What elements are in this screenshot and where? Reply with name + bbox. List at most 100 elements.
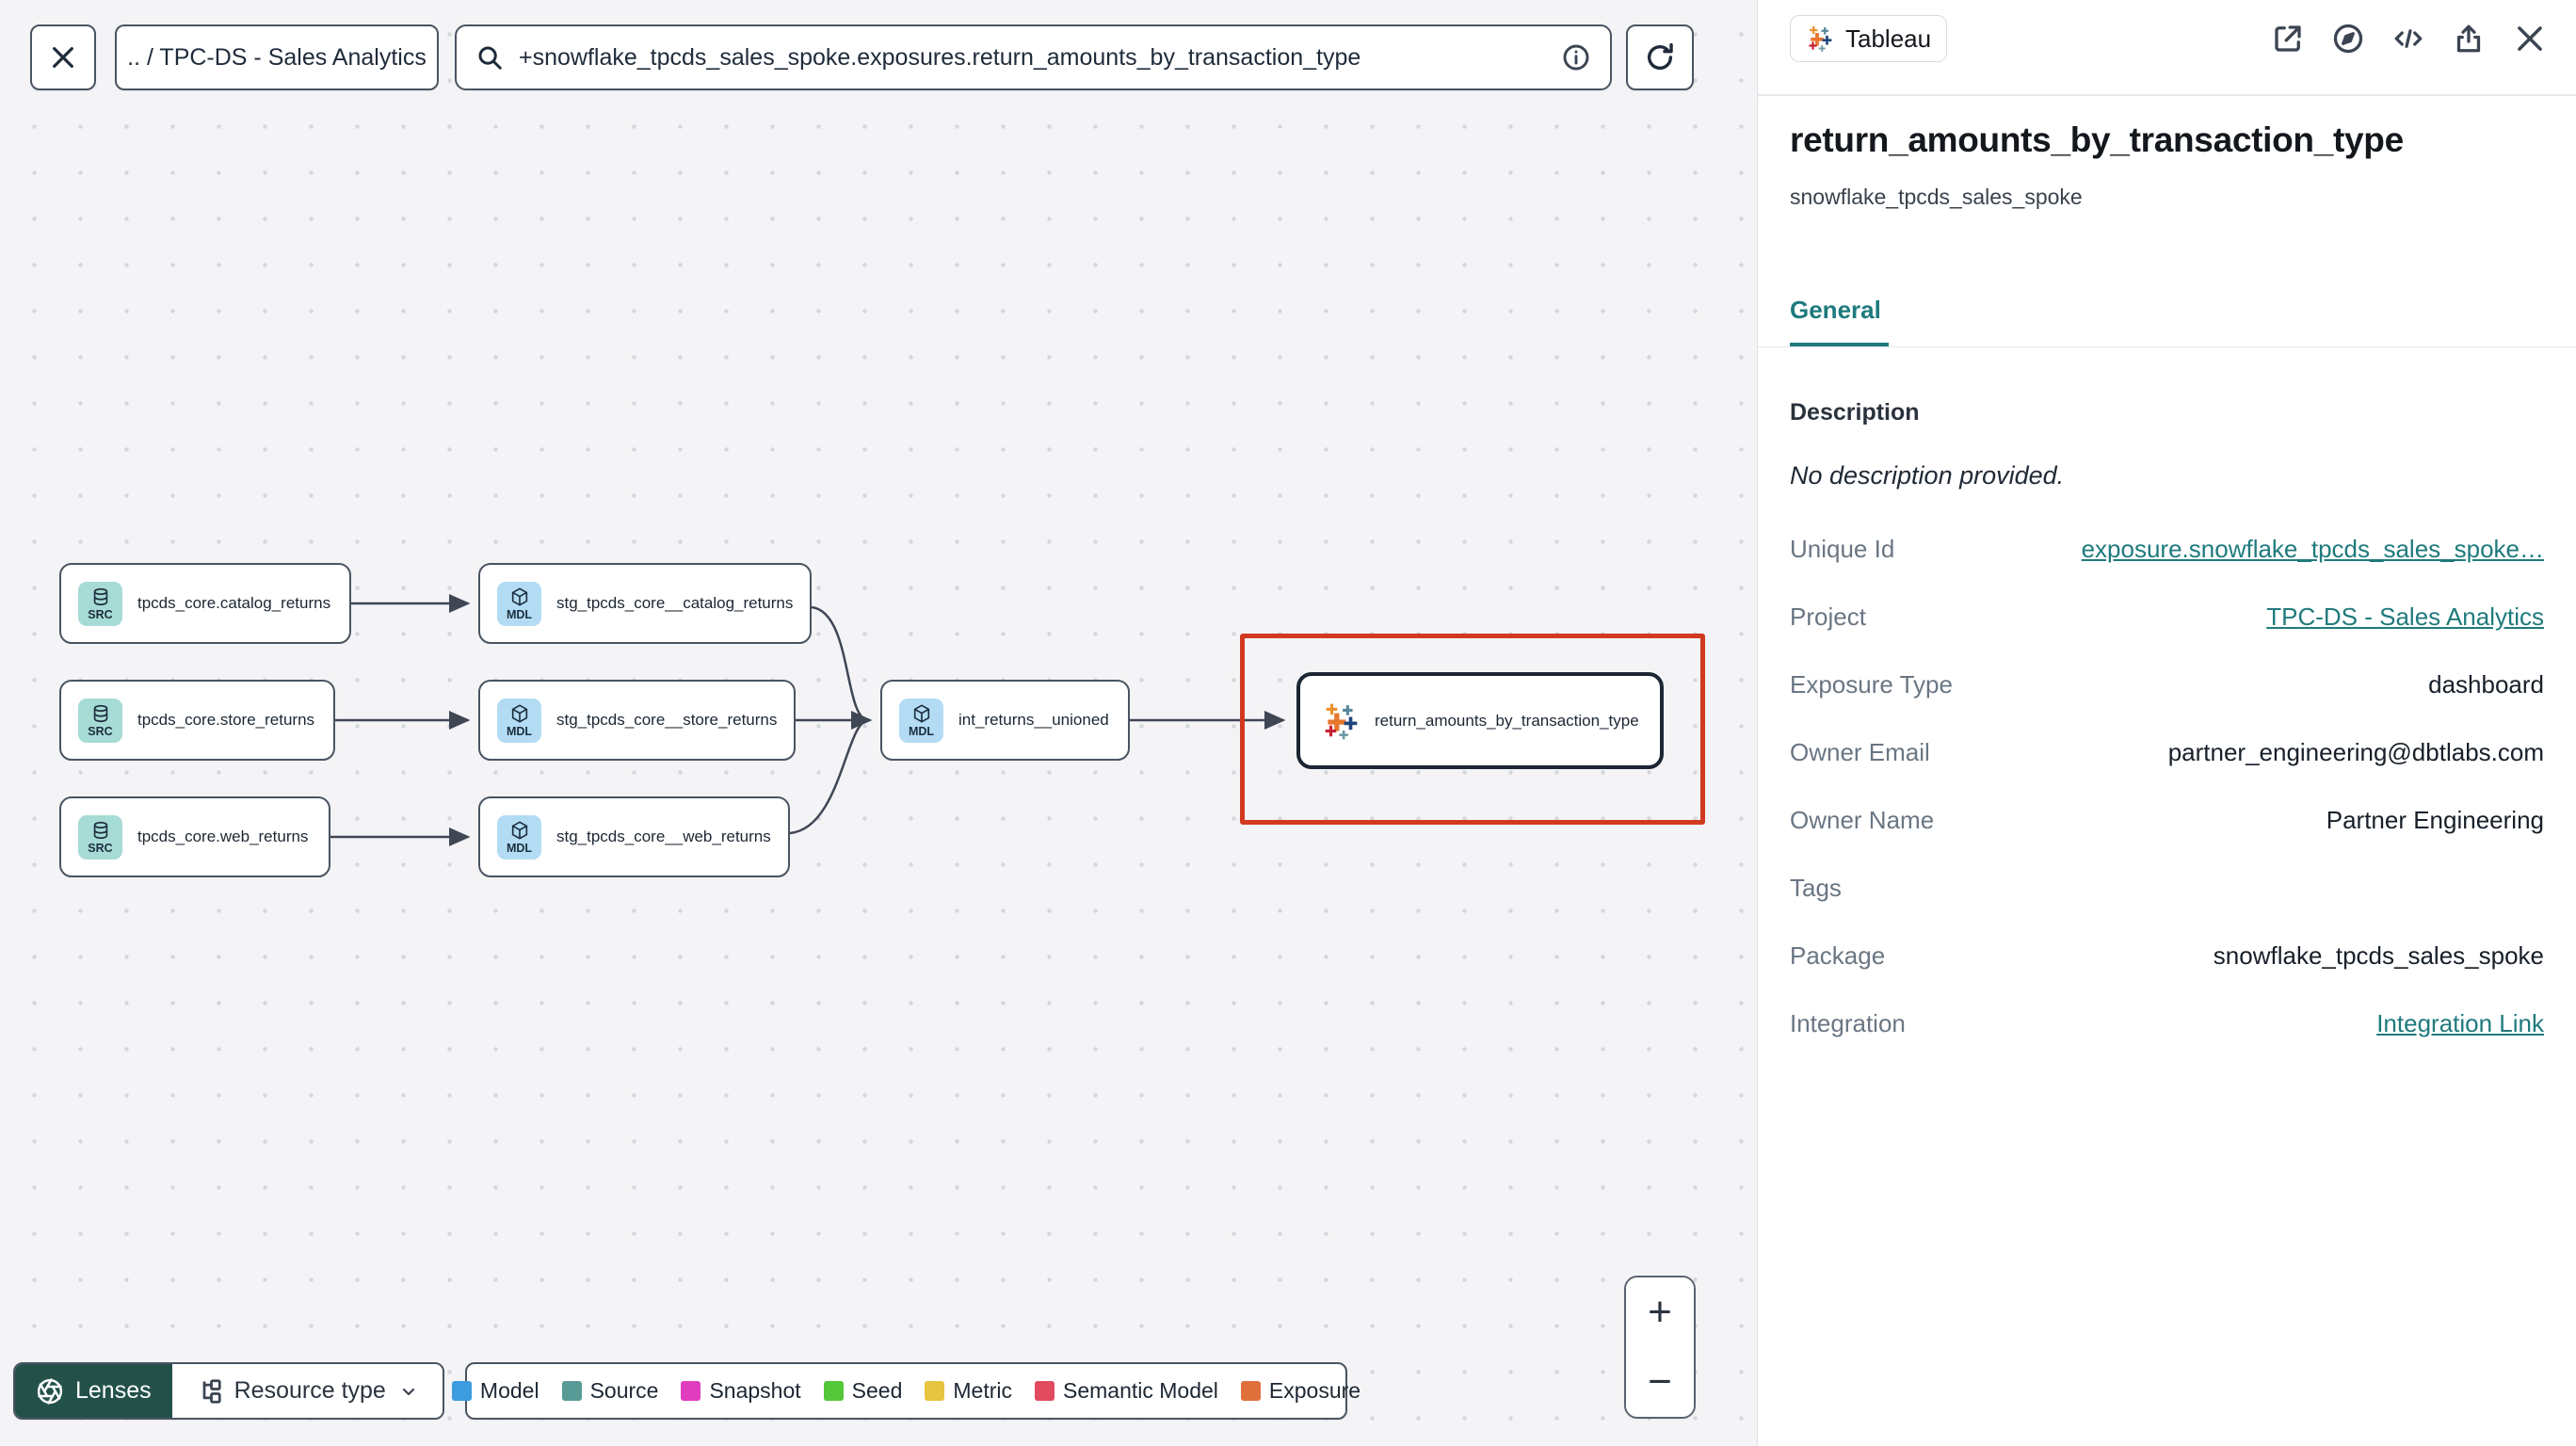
owner-email-value: partner_engineering@dbtlabs.com — [2167, 737, 2544, 766]
graph-node-model-stg-catalog-returns[interactable]: MDL stg_tpcds_core__catalog_returns — [478, 563, 812, 644]
graph-node-model-stg-store-returns[interactable]: MDL stg_tpcds_core__store_returns — [478, 680, 796, 761]
graph-node-model-stg-web-returns[interactable]: MDL stg_tpcds_core__web_returns — [478, 796, 790, 877]
breadcrumb[interactable]: .. / TPC-DS - Sales Analytics — [115, 24, 439, 90]
cube-icon — [509, 586, 530, 607]
open-in-new-icon[interactable] — [2271, 22, 2305, 56]
tab-general[interactable]: General — [1790, 294, 1889, 347]
description-heading: Description — [1790, 399, 1920, 426]
code-icon[interactable] — [2391, 22, 2425, 56]
legend-label: Source — [589, 1378, 659, 1403]
resource-type-dropdown[interactable]: Resource type — [171, 1364, 443, 1418]
legend-item-metric: Metric — [925, 1378, 1012, 1404]
legend-swatch-metric — [925, 1381, 945, 1401]
lineage-toolbar: Lenses Resource type — [13, 1362, 444, 1420]
refresh-lineage-button[interactable] — [1626, 24, 1694, 90]
integration-link[interactable]: Integration Link — [2376, 1009, 2544, 1038]
close-panel-icon[interactable] — [2512, 21, 2548, 56]
tableau-badge: Tableau — [1790, 15, 1948, 62]
resource-type-legend: Model Source Snapshot Seed Metric Semant… — [451, 1362, 1360, 1420]
badge-label: SRC — [88, 841, 113, 855]
model-badge: MDL — [899, 698, 943, 743]
legend-item-exposure: Exposure — [1240, 1378, 1361, 1404]
search-input[interactable] — [519, 43, 1546, 72]
graph-node-exposure-return-amounts[interactable]: return_amounts_by_transaction_type — [1296, 672, 1664, 769]
zoom-out-button[interactable]: − — [1626, 1347, 1694, 1417]
legend-item-model: Model — [451, 1378, 539, 1404]
source-badge: SRC — [78, 814, 122, 860]
field-row-tags: Tags — [1790, 854, 2544, 922]
unique-id-link[interactable]: exposure.snowflake_tpcds_sales_spoke… — [2082, 535, 2544, 564]
close-icon — [53, 47, 73, 68]
node-label: tpcds_core.web_returns — [137, 827, 309, 845]
lineage-canvas[interactable]: SRC tpcds_core.catalog_returns SRC tpcds… — [0, 0, 1757, 1446]
refresh-icon — [1647, 42, 1673, 70]
lenses-button[interactable]: Lenses — [15, 1364, 172, 1418]
close-lineage-button[interactable] — [30, 24, 96, 90]
project-link[interactable]: TPC-DS - Sales Analytics — [2266, 602, 2544, 632]
explore-compass-icon[interactable] — [2331, 22, 2365, 56]
resource-type-icon — [202, 1378, 221, 1404]
field-label: Owner Name — [1790, 805, 1935, 834]
package-value: snowflake_tpcds_sales_spoke — [2213, 940, 2544, 970]
legend-swatch-seed — [823, 1381, 844, 1401]
badge-label: MDL — [506, 607, 533, 621]
legend-swatch-exposure — [1240, 1381, 1261, 1401]
node-label: stg_tpcds_core__catalog_returns — [556, 594, 794, 612]
legend-swatch-source — [561, 1381, 582, 1401]
field-label: Integration — [1790, 1008, 1906, 1037]
node-label: int_returns__unioned — [958, 711, 1109, 729]
node-label: tpcds_core.catalog_returns — [137, 594, 331, 612]
field-label: Project — [1790, 602, 1866, 631]
field-row-owner-name: Owner Name Partner Engineering — [1790, 786, 2544, 854]
legend-swatch-model — [451, 1381, 472, 1401]
lineage-search[interactable] — [455, 24, 1612, 90]
field-row-unique-id: Unique Id exposure.snowflake_tpcds_sales… — [1790, 515, 2544, 583]
legend-label: Snapshot — [709, 1378, 801, 1403]
search-icon — [478, 46, 502, 70]
legend-swatch-semantic-model — [1035, 1381, 1055, 1401]
database-icon — [90, 820, 111, 841]
node-label: return_amounts_by_transaction_type — [1375, 711, 1639, 730]
tableau-badge-label: Tableau — [1845, 24, 1932, 53]
details-panel: Tableau return_amounts_by_transaction_ty… — [1757, 0, 2576, 1446]
cube-icon — [509, 820, 530, 841]
panel-actions — [2271, 21, 2548, 56]
node-label: tpcds_core.store_returns — [137, 711, 315, 729]
graph-node-source-web-returns[interactable]: SRC tpcds_core.web_returns — [59, 796, 330, 877]
legend-label: Metric — [953, 1378, 1012, 1403]
graph-node-source-catalog-returns[interactable]: SRC tpcds_core.catalog_returns — [59, 563, 351, 644]
dbt-explorer-app: SRC tpcds_core.catalog_returns SRC tpcds… — [0, 0, 2576, 1446]
info-icon[interactable] — [1561, 42, 1591, 72]
description-empty-text: No description provided. — [1790, 461, 2065, 490]
field-row-integration: Integration Integration Link — [1790, 989, 2544, 1057]
exposure-type-value: dashboard — [2428, 669, 2544, 699]
database-icon — [90, 586, 111, 607]
owner-name-value: Partner Engineering — [2326, 805, 2544, 834]
field-label: Package — [1790, 940, 1886, 970]
share-icon[interactable] — [2452, 22, 2486, 56]
source-badge: SRC — [78, 581, 122, 626]
badge-label: MDL — [908, 724, 935, 738]
field-label: Tags — [1790, 873, 1842, 902]
cube-icon — [911, 703, 932, 724]
resource-type-label: Resource type — [233, 1377, 386, 1404]
legend-item-semantic-model: Semantic Model — [1035, 1378, 1218, 1404]
tableau-icon — [1321, 701, 1360, 741]
graph-node-model-int-returns-unioned[interactable]: MDL int_returns__unioned — [880, 680, 1130, 761]
field-label: Exposure Type — [1790, 669, 1953, 699]
graph-node-source-store-returns[interactable]: SRC tpcds_core.store_returns — [59, 680, 335, 761]
legend-swatch-snapshot — [681, 1381, 701, 1401]
legend-label: Semantic Model — [1063, 1378, 1218, 1403]
model-badge: MDL — [497, 581, 541, 626]
field-label: Owner Email — [1790, 737, 1930, 766]
panel-header-divider — [1758, 94, 2576, 96]
database-icon — [90, 703, 111, 724]
model-badge: MDL — [497, 698, 541, 743]
zoom-in-button[interactable]: + — [1626, 1277, 1694, 1347]
field-label: Unique Id — [1790, 534, 1895, 563]
tableau-icon — [1806, 24, 1834, 53]
source-badge: SRC — [78, 698, 122, 743]
badge-label: SRC — [88, 724, 113, 738]
model-badge: MDL — [497, 814, 541, 860]
legend-label: Exposure — [1268, 1378, 1361, 1403]
